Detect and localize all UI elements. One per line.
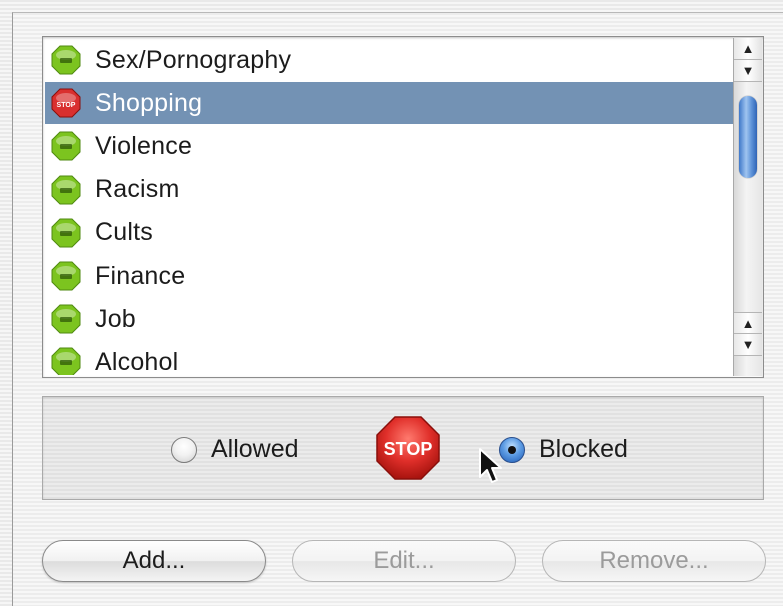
category-list[interactable]: Sex/Pornography STOP Shopping Violence Racis… [45,39,735,375]
blocked-radio[interactable]: Blocked [499,435,628,464]
go-icon [51,347,81,375]
go-icon [51,131,81,161]
stop-icon: STOP [51,88,81,118]
scroll-down-arrow-icon[interactable]: ▼ [734,334,762,356]
allowed-radio[interactable]: Allowed [171,435,299,464]
list-item-label: Shopping [95,88,203,117]
list-item-label: Sex/Pornography [95,45,292,74]
list-item[interactable]: Finance [45,255,735,297]
stop-sign-icon: STOP [376,416,440,480]
scroll-thumb[interactable] [739,96,757,178]
list-item-label: Finance [95,261,186,290]
add-button[interactable]: Add... [42,540,266,582]
go-icon [51,45,81,75]
list-item[interactable]: Cults [45,212,735,254]
allowed-radio-label[interactable]: Allowed [211,435,299,464]
list-item[interactable]: Sex/Pornography [45,39,735,81]
list-item-label: Cults [95,218,153,247]
list-item-label: Racism [95,175,180,204]
scroll-up-top-arrow-icon[interactable]: ▲ [734,38,762,60]
list-item[interactable]: Alcohol [45,341,735,375]
stop-sign-text: STOP [384,439,433,459]
list-item[interactable]: Job [45,298,735,340]
list-item[interactable]: STOP Shopping [45,82,735,125]
status-panel: Allowed STOP Blocked [42,396,764,500]
scroll-up-arrow-icon[interactable]: ▲ [734,312,762,334]
scroll-down-top-arrow-icon[interactable]: ▼ [734,60,762,82]
allowed-radio-circle[interactable] [171,436,197,463]
category-list-frame: Sex/Pornography STOP Shopping Violence Racis… [42,36,764,378]
svg-text:STOP: STOP [57,102,76,109]
list-item-label: Job [95,304,136,333]
go-icon [51,304,81,334]
list-item-label: Alcohol [95,347,179,375]
scrollbar[interactable]: ▲ ▼ ▲ ▼ [733,38,762,376]
blocked-radio-label[interactable]: Blocked [539,435,628,464]
go-icon [51,218,81,248]
go-icon [51,175,81,205]
list-item[interactable]: Racism [45,169,735,211]
remove-button[interactable]: Remove... [542,540,766,582]
list-item[interactable]: Violence [45,125,735,167]
go-icon [51,261,81,291]
edit-button[interactable]: Edit... [292,540,516,582]
list-item-label: Violence [95,131,193,160]
mouse-pointer-icon [479,448,502,483]
